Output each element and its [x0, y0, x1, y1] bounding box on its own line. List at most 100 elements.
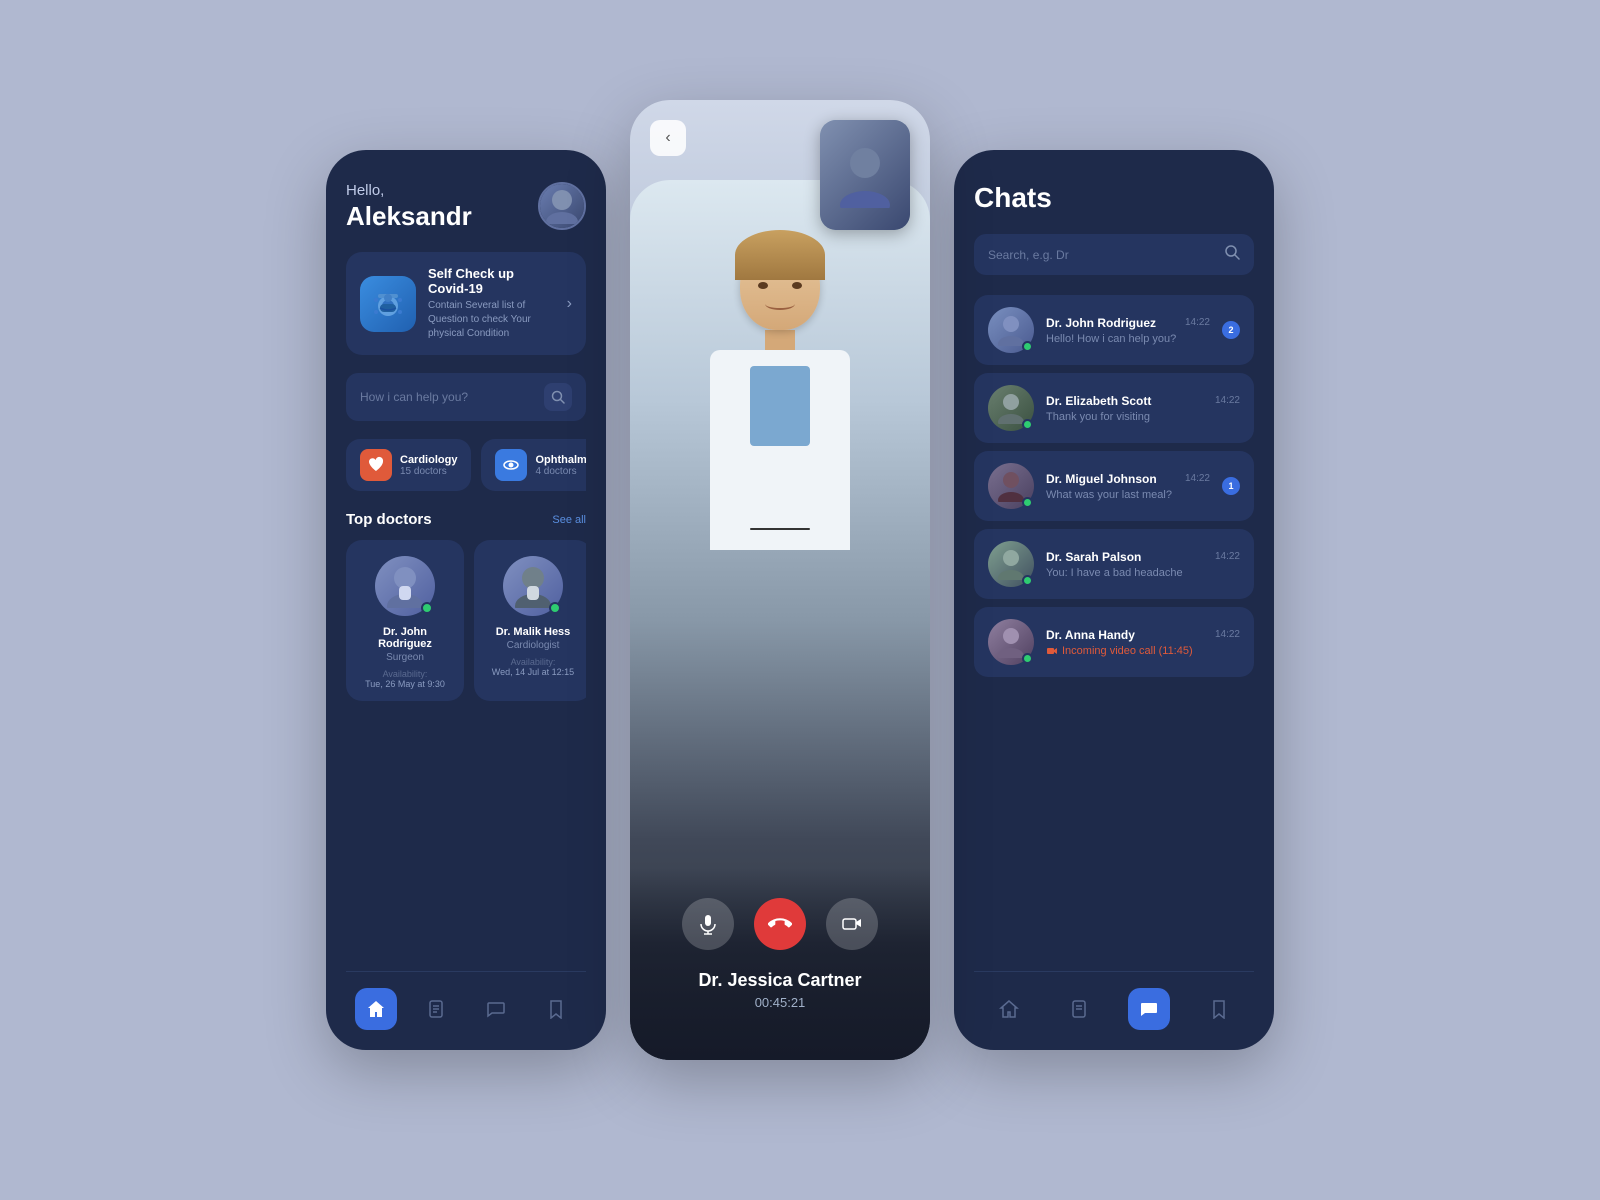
online-dot-0: [421, 602, 433, 614]
chat-msg-2: What was your last meal?: [1046, 489, 1210, 501]
call-timer: 00:45:21: [630, 995, 930, 1010]
doctor-card-1[interactable]: Dr. Malik Hess Cardiologist Availability…: [474, 540, 586, 701]
covid-title: Self Check up Covid-19: [428, 266, 555, 296]
covid-card[interactable]: Self Check up Covid-19 Contain Several l…: [346, 252, 586, 355]
chat-item-0[interactable]: Dr. John Rodriguez 14:22 Hello! How i ca…: [974, 295, 1254, 365]
nav-right-chat[interactable]: [1128, 988, 1170, 1030]
video-top-bar: ‹: [630, 100, 930, 230]
chat-avatar-4: [988, 619, 1034, 665]
chat-name-row-3: Dr. Sarah Palson 14:22: [1046, 550, 1240, 564]
chat-online-0: [1022, 341, 1033, 352]
chat-name-row-4: Dr. Anna Handy 14:22: [1046, 628, 1240, 642]
video-bottom: Dr. Jessica Cartner 00:45:21: [630, 868, 930, 1060]
chat-online-3: [1022, 575, 1033, 586]
chat-name-4: Dr. Anna Handy: [1046, 628, 1135, 642]
chat-time-2: 14:22: [1185, 473, 1210, 484]
middle-phone: ‹: [630, 100, 930, 1060]
chat-search-icon[interactable]: [1224, 244, 1240, 265]
mic-button[interactable]: [682, 898, 734, 950]
see-all-link[interactable]: See all: [552, 514, 586, 526]
chat-name-3: Dr. Sarah Palson: [1046, 550, 1141, 564]
chat-item-4[interactable]: Dr. Anna Handy 14:22 Incoming video call…: [974, 607, 1254, 677]
bottom-nav-left: [346, 971, 586, 1030]
chat-name-0: Dr. John Rodriguez: [1046, 316, 1156, 330]
chat-search-bar[interactable]: Search, e.g. Dr: [974, 234, 1254, 275]
nav-records[interactable]: [415, 988, 457, 1030]
chat-info-4: Dr. Anna Handy 14:22 Incoming video call…: [1046, 628, 1240, 657]
chat-avatar-2: [988, 463, 1034, 509]
search-placeholder: How i can help you?: [360, 390, 468, 404]
chat-online-4: [1022, 653, 1033, 664]
left-header: Hello, Aleksandr: [346, 182, 586, 232]
camera-button[interactable]: [826, 898, 878, 950]
greeting-block: Hello, Aleksandr: [346, 182, 472, 232]
chat-badge-0: 2: [1222, 321, 1240, 339]
chat-time-0: 14:22: [1185, 317, 1210, 328]
category-ophthalmology[interactable]: Ophthalmology 4 doctors: [481, 439, 586, 491]
left-phone: Hello, Aleksandr: [326, 150, 606, 1050]
call-doctor-name: Dr. Jessica Cartner: [630, 970, 930, 991]
chat-avatar-3: [988, 541, 1034, 587]
chat-name-1: Dr. Elizabeth Scott: [1046, 394, 1151, 408]
doctors-section-header: Top doctors See all: [346, 511, 586, 528]
chat-item-2[interactable]: Dr. Miguel Johnson 14:22 What was your l…: [974, 451, 1254, 521]
doctor-card-0[interactable]: Dr. John Rodriguez Surgeon Availability:…: [346, 540, 464, 701]
section-title: Top doctors: [346, 511, 432, 528]
doctor-name-1: Dr. Malik Hess: [496, 626, 571, 638]
chat-search-placeholder: Search, e.g. Dr: [988, 248, 1069, 262]
chat-info-0: Dr. John Rodriguez 14:22 Hello! How i ca…: [1046, 316, 1210, 345]
doctor-avail-label-1: Availability:: [511, 657, 556, 667]
chat-online-1: [1022, 419, 1033, 430]
covid-text: Self Check up Covid-19 Contain Several l…: [428, 266, 555, 341]
nav-right-records[interactable]: [1058, 988, 1100, 1030]
covid-icon: [360, 276, 416, 332]
chat-info-2: Dr. Miguel Johnson 14:22 What was your l…: [1046, 472, 1210, 501]
chat-badge-2: 1: [1222, 477, 1240, 495]
chat-time-3: 14:22: [1215, 551, 1240, 562]
category-cardiology[interactable]: Cardiology 15 doctors: [346, 439, 471, 491]
ophthalmology-icon: [495, 449, 527, 481]
chat-msg-3: You: I have a bad headache: [1046, 567, 1240, 579]
back-button[interactable]: ‹: [650, 120, 686, 156]
nav-home[interactable]: [355, 988, 397, 1030]
nav-bookmark[interactable]: [535, 988, 577, 1030]
doctor-avatar-0: [375, 556, 435, 616]
ophthalmology-label: Ophthalmology 4 doctors: [535, 454, 586, 477]
cardiology-label: Cardiology 15 doctors: [400, 454, 457, 477]
cardiology-icon: [360, 449, 392, 481]
chats-title: Chats: [974, 182, 1254, 214]
search-bar[interactable]: How i can help you?: [346, 373, 586, 421]
doctor-specialty-0: Surgeon: [386, 652, 424, 663]
online-dot-1: [549, 602, 561, 614]
search-icon[interactable]: [544, 383, 572, 411]
chat-avatar-1: [988, 385, 1034, 431]
user-name: Aleksandr: [346, 201, 472, 232]
chat-time-1: 14:22: [1215, 395, 1240, 406]
chat-info-3: Dr. Sarah Palson 14:22 You: I have a bad…: [1046, 550, 1240, 579]
call-controls: [630, 868, 930, 950]
covid-subtitle: Contain Several list of Question to chec…: [428, 299, 555, 341]
chat-msg-1: Thank you for visiting: [1046, 411, 1240, 423]
self-video: [820, 120, 910, 230]
bottom-nav-right: [974, 971, 1254, 1030]
greeting-text: Hello,: [346, 182, 472, 199]
nav-right-home[interactable]: [988, 988, 1030, 1030]
chat-item-1[interactable]: Dr. Elizabeth Scott 14:22 Thank you for …: [974, 373, 1254, 443]
nav-chat[interactable]: [475, 988, 517, 1030]
chat-avatar-0: [988, 307, 1034, 353]
chat-video-msg-4: Incoming video call (11:45): [1046, 645, 1240, 657]
avatar[interactable]: [538, 182, 586, 230]
chat-list: Dr. John Rodriguez 14:22 Hello! How i ca…: [974, 295, 1254, 971]
doctor-specialty-1: Cardiologist: [507, 640, 560, 651]
doctor-avail-time-0: Tue, 26 May at 9:30: [365, 679, 445, 689]
categories-row: Cardiology 15 doctors Ophthalmology 4 do…: [346, 439, 586, 491]
end-call-button[interactable]: [754, 898, 806, 950]
nav-right-bookmark[interactable]: [1198, 988, 1240, 1030]
chat-msg-0: Hello! How i can help you?: [1046, 333, 1210, 345]
covid-arrow-icon: ›: [567, 295, 572, 313]
doctor-avatar-1: [503, 556, 563, 616]
doctor-avail-label-0: Availability:: [383, 669, 428, 679]
chat-info-1: Dr. Elizabeth Scott 14:22 Thank you for …: [1046, 394, 1240, 423]
doctors-row: Dr. John Rodriguez Surgeon Availability:…: [346, 540, 586, 701]
chat-item-3[interactable]: Dr. Sarah Palson 14:22 You: I have a bad…: [974, 529, 1254, 599]
